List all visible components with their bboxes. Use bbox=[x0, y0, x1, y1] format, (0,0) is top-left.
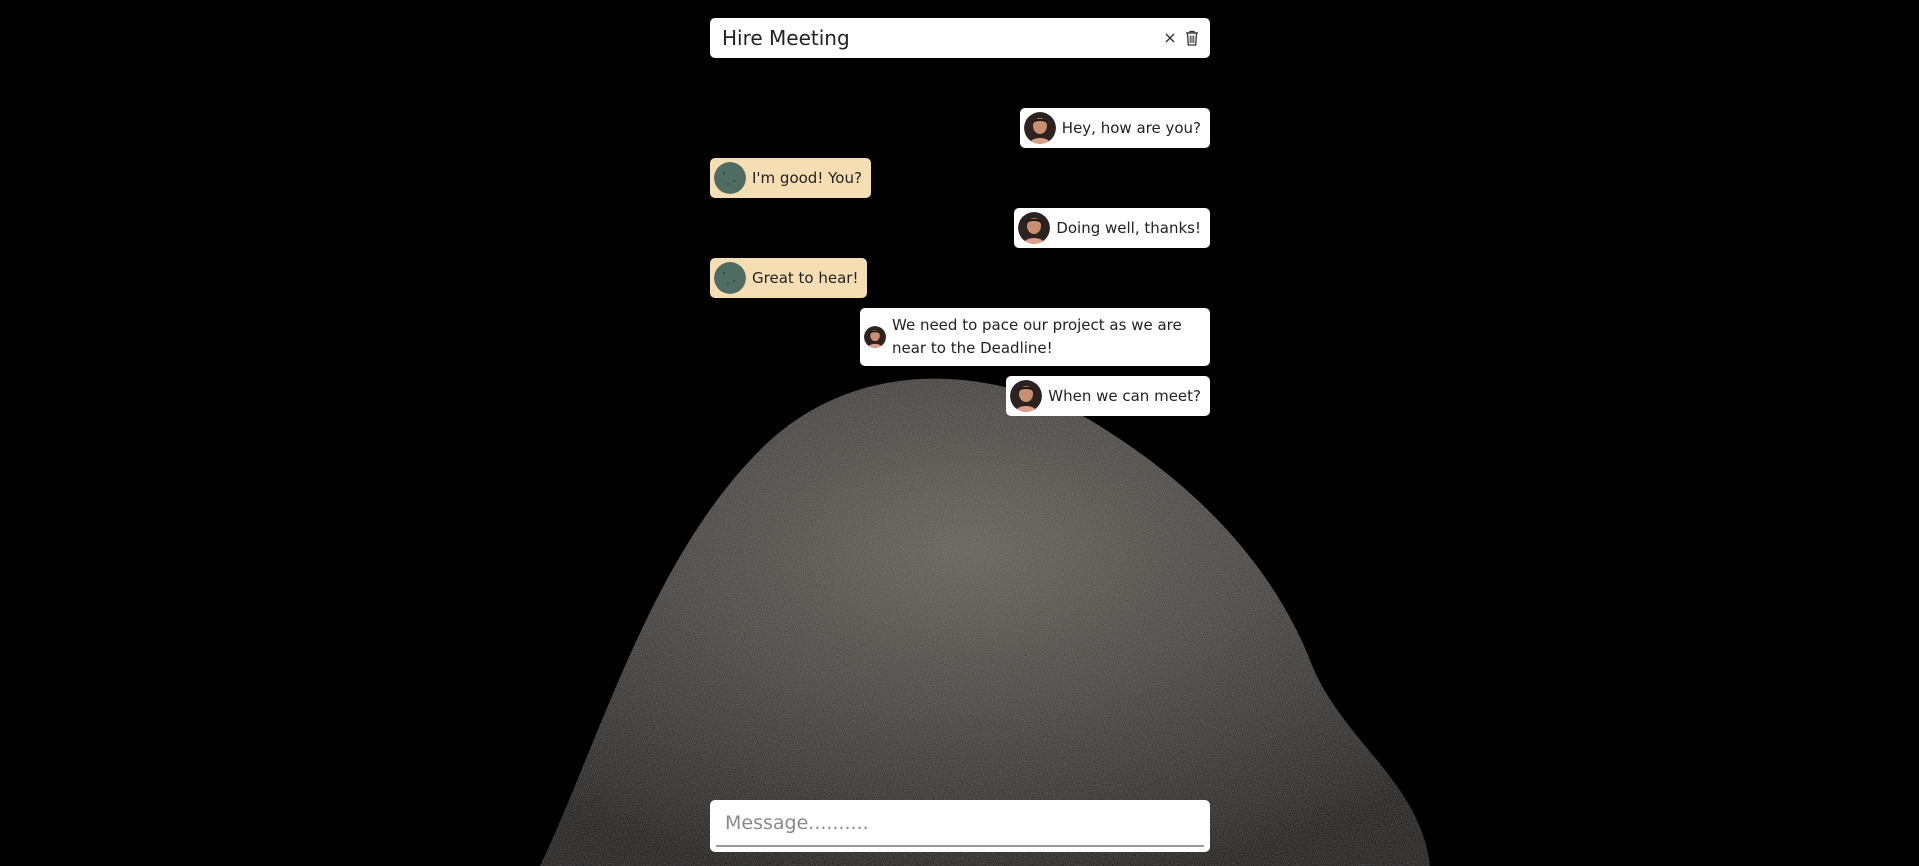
message-text: We need to pace our project as we are ne… bbox=[892, 316, 1182, 357]
message-bubble-outgoing: Doing well, thanks! bbox=[1014, 208, 1210, 248]
trash-icon[interactable] bbox=[1182, 28, 1202, 48]
contact-avatar bbox=[714, 162, 746, 194]
message-text: Great to hear! bbox=[752, 268, 859, 287]
message-input[interactable] bbox=[716, 800, 1204, 847]
message-text: I'm good! You? bbox=[752, 168, 862, 187]
message-bubble-outgoing: When we can meet? bbox=[1006, 376, 1210, 416]
close-icon[interactable] bbox=[1160, 28, 1180, 48]
message-bubble-incoming: I'm good! You? bbox=[710, 158, 871, 198]
message-bubble-incoming: Great to hear! bbox=[710, 258, 868, 298]
message-bubble-outgoing: We need to pace our project as we are ne… bbox=[860, 308, 1210, 366]
message-text: Hey, how are you? bbox=[1061, 118, 1201, 137]
message-text: When we can meet? bbox=[1048, 386, 1201, 405]
user-avatar bbox=[1010, 380, 1043, 412]
message-composer bbox=[710, 800, 1210, 852]
contact-avatar bbox=[714, 262, 746, 294]
chat-page: Hire Meeting Hey, how are you? I'm good!… bbox=[0, 0, 1919, 866]
message-bubble-outgoing: Hey, how are you? bbox=[1019, 108, 1210, 148]
chat-header: Hire Meeting bbox=[710, 18, 1210, 58]
message-text: Doing well, thanks! bbox=[1056, 218, 1201, 237]
chat-title: Hire Meeting bbox=[722, 26, 850, 50]
message-list: Hey, how are you? I'm good! You? Doing w… bbox=[710, 58, 1210, 418]
chat-window: Hire Meeting Hey, how are you? I'm good!… bbox=[710, 18, 1210, 418]
user-avatar bbox=[864, 326, 886, 348]
user-avatar bbox=[1018, 212, 1051, 244]
user-avatar bbox=[1023, 112, 1056, 144]
